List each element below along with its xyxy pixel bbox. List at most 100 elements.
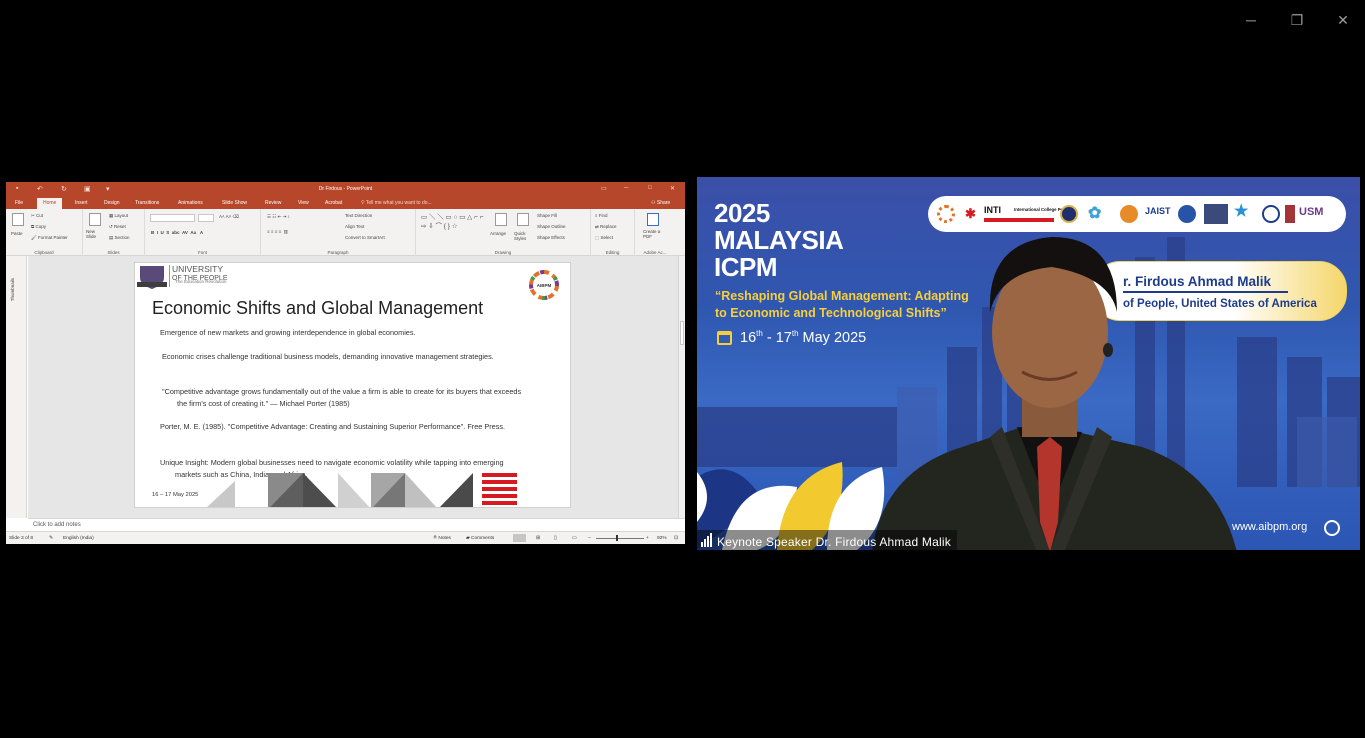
date-sep: -: [762, 329, 776, 346]
tell-me-box[interactable]: 💡︎ Tell me what you want to do...: [361, 200, 432, 206]
participant-name: Keynote Speaker Dr. Firdous Ahmad Malik: [717, 535, 951, 549]
font-name-field[interactable]: [150, 214, 195, 222]
notes-button[interactable]: ≙ Notes: [433, 536, 451, 541]
layout-label: Layout: [114, 213, 129, 218]
thumbnails-pane[interactable]: Thumbnails: [6, 256, 27, 518]
format-painter-button[interactable]: 🖌︎ Format Painter: [31, 235, 68, 241]
slide-bullet: "Competitive advantage grows fundamental…: [162, 387, 522, 408]
spellcheck-icon[interactable]: ✎: [49, 536, 53, 541]
create-pdf-icon[interactable]: [647, 213, 659, 226]
copy-button[interactable]: ⧉ Copy: [31, 224, 46, 229]
shape-effects-button[interactable]: Shape Effects: [537, 235, 565, 240]
paste-icon[interactable]: [12, 213, 24, 226]
arrange-icon[interactable]: [495, 213, 507, 226]
select-button[interactable]: ⬚ Select: [595, 235, 613, 241]
list-icons[interactable]: ☰ ☷ ⇤ ⇥ ↕: [267, 214, 290, 220]
close-icon[interactable]: ✕: [1328, 8, 1358, 32]
find-button[interactable]: ⌕ Find: [595, 213, 608, 218]
tab-transitions[interactable]: Transitions: [135, 200, 159, 206]
tab-animations[interactable]: Animations: [178, 200, 203, 206]
slide-sorter-icon[interactable]: ⊞: [536, 536, 540, 541]
arrange-button[interactable]: Arrange: [490, 231, 506, 236]
share-button[interactable]: ⚇ Share: [651, 200, 670, 206]
slide-count: Slide 3 of 8: [9, 536, 34, 541]
create-pdf-button[interactable]: Create a PDF: [643, 229, 669, 239]
notes-pane[interactable]: Click to add notes: [28, 518, 685, 531]
shape-fill-button[interactable]: Shape Fill: [537, 213, 557, 218]
date-start: 16: [740, 329, 757, 346]
ppt-minimize-icon[interactable]: ─: [624, 185, 628, 191]
vertical-scrollbar[interactable]: [678, 256, 685, 518]
zoom-out-icon[interactable]: −: [588, 536, 591, 541]
tab-acrobat[interactable]: Acrobat: [325, 200, 342, 206]
scrollbar-thumb[interactable]: [680, 321, 684, 345]
new-slide-button[interactable]: New Slide: [86, 229, 106, 239]
tab-home[interactable]: Home: [37, 198, 63, 209]
slideshow-view-icon[interactable]: ▭: [572, 536, 577, 541]
tab-slide-show[interactable]: Slide Show: [222, 200, 247, 206]
group-adobe: Create a PDF Adobe Ac...: [635, 209, 675, 256]
group-paragraph: ☰ ☷ ⇤ ⇥ ↕ ≡ ≡ ≡ ≡ ▥ Text Direction Align…: [261, 209, 416, 256]
group-label-drawing: Drawing: [494, 250, 512, 255]
font-format-icons[interactable]: B I U S abc AV Aa A: [151, 230, 203, 235]
group-clipboard: Paste ✂ Cut ⧉ Copy 🖌︎ Format Painter Cli…: [6, 209, 83, 256]
zoom-slider-thumb[interactable]: [616, 535, 618, 541]
restore-icon[interactable]: ❐: [1282, 8, 1312, 32]
fit-slide-icon[interactable]: ⊡: [674, 536, 678, 541]
minimize-icon[interactable]: ─: [1236, 8, 1266, 32]
find-icon: ⌕: [595, 213, 598, 218]
reset-button[interactable]: ↺ Reset: [109, 224, 126, 230]
layout-button[interactable]: ▦ Layout: [109, 213, 128, 219]
quick-styles-button[interactable]: Quick Styles: [514, 231, 530, 241]
align-icons[interactable]: ≡ ≡ ≡ ≡ ▥: [267, 229, 288, 235]
convert-smartart-button[interactable]: Convert to SmartArt: [345, 235, 385, 240]
status-bar: Slide 3 of 8 ✎ English (India) ≙ Notes ▰…: [6, 531, 685, 544]
reset-label: Reset: [114, 224, 126, 229]
quick-styles-icon[interactable]: [517, 213, 529, 226]
comments-button[interactable]: ▰ Comments: [466, 536, 494, 541]
tab-design[interactable]: Design: [104, 200, 120, 206]
zoom-in-icon[interactable]: +: [646, 536, 649, 541]
event-title-line: 2025: [714, 198, 770, 228]
comments-label: Comments: [471, 536, 495, 541]
ppt-close-icon[interactable]: ✕: [670, 185, 675, 192]
aibpm-logo-icon: AIBPM: [529, 270, 559, 300]
align-text-button[interactable]: Align Text: [345, 224, 364, 229]
tab-file[interactable]: File: [15, 200, 23, 206]
cut-button[interactable]: ✂ Cut: [31, 213, 43, 219]
orange-seal-logo-icon: [1120, 205, 1138, 223]
group-label-slides: Slides: [107, 250, 120, 255]
tab-review[interactable]: Review: [265, 200, 281, 206]
university-name-line1: UNIVERSITY: [172, 264, 224, 274]
shape-outline-button[interactable]: Shape Outline: [537, 224, 566, 229]
zoom-slider[interactable]: [596, 538, 644, 539]
ppt-maximize-icon[interactable]: □: [648, 185, 652, 191]
tab-insert[interactable]: Insert: [75, 200, 88, 206]
speaker-video-tile[interactable]: 2025 MALAYSIA ICPM “Reshaping Global Man…: [697, 177, 1360, 550]
shapes-gallery[interactable]: ▭ ＼ ＼ ▭ ○ ▭ △ ⌐ ⌐ ⇨ ⇩ ⌒ { } ☆: [421, 213, 487, 231]
globe-icon: [1324, 520, 1340, 536]
ribbon-display-icon[interactable]: ▭: [601, 185, 607, 192]
replace-button[interactable]: ⇄ Replace: [595, 224, 617, 230]
notes-placeholder: Click to add notes: [33, 522, 81, 528]
slide-3[interactable]: UNIVERSITY OF THE PEOPLE The Education Re…: [134, 262, 571, 508]
group-drawing: ▭ ＼ ＼ ▭ ○ ▭ △ ⌐ ⌐ ⇨ ⇩ ⌒ { } ☆ Arrange Qu…: [416, 209, 591, 256]
language-status[interactable]: English (India): [63, 536, 94, 541]
section-button[interactable]: ▤ Section: [109, 235, 130, 241]
slide-title[interactable]: Economic Shifts and Global Management: [152, 298, 483, 319]
group-font: A˄ A˅ ⌫ B I U S abc AV Aa A Font: [145, 209, 261, 256]
font-size-field[interactable]: [198, 214, 214, 222]
event-title-line: MALAYSIA: [714, 225, 844, 255]
tab-view[interactable]: View: [298, 200, 309, 206]
speaker-person-image: [872, 237, 1237, 550]
zoom-level[interactable]: 92%: [657, 536, 667, 541]
paste-button[interactable]: Paste: [11, 231, 23, 236]
aibpm-logo-text: AIBPM: [537, 283, 552, 288]
text-direction-button[interactable]: Text Direction: [345, 213, 372, 218]
font-grow-icons[interactable]: A˄ A˅ ⌫: [219, 214, 239, 220]
normal-view-icon[interactable]: [513, 534, 526, 542]
reading-view-icon[interactable]: ▯: [554, 536, 557, 541]
new-slide-icon[interactable]: [89, 213, 101, 226]
brush-icon: 🖌︎: [31, 235, 37, 240]
participant-name-caption: Keynote Speaker Dr. Firdous Ahmad Malik: [697, 530, 957, 550]
